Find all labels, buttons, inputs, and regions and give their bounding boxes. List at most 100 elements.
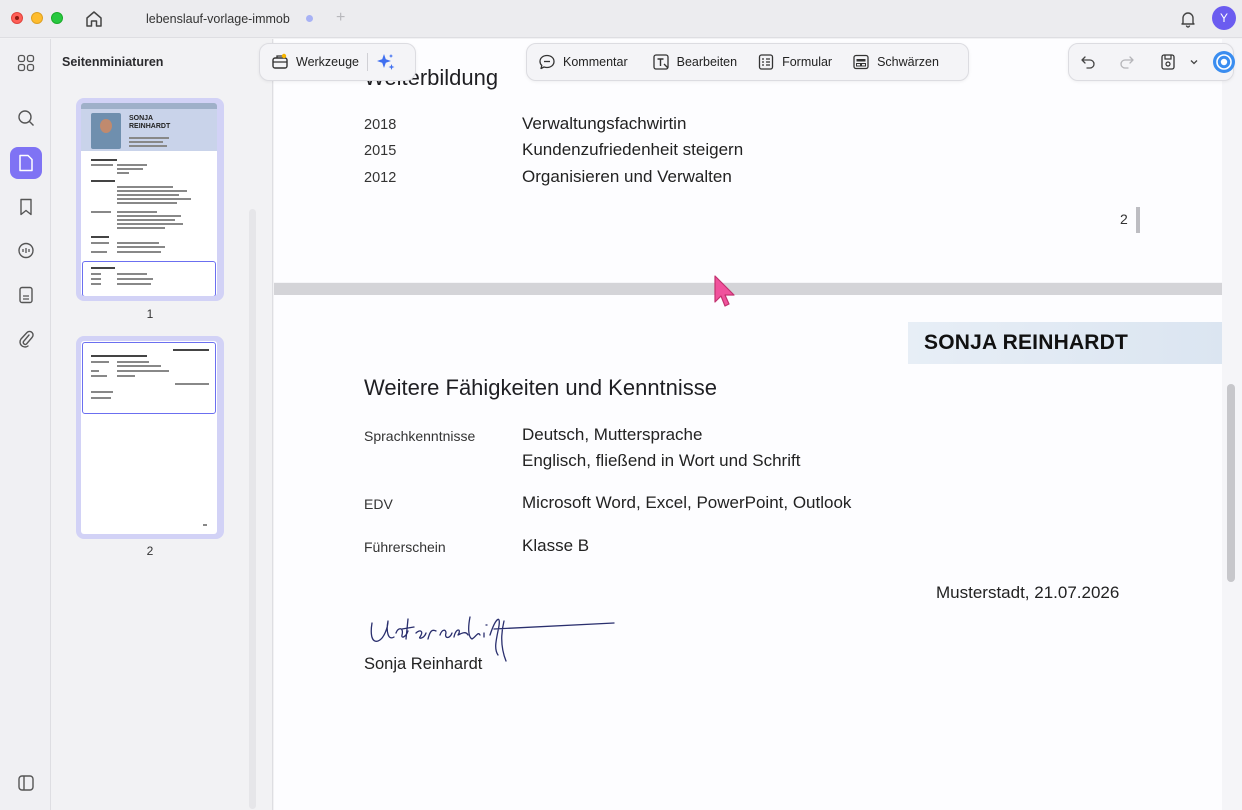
thumbnail-name-line-1: SONJA <box>129 115 154 122</box>
save-button[interactable] <box>1150 47 1185 77</box>
thumbnail-line <box>117 370 169 372</box>
thumbnail-page-2-image <box>81 341 217 534</box>
training-year: 2012 <box>364 170 397 186</box>
thumbnail-line <box>91 236 109 238</box>
maximize-window-button[interactable] <box>51 12 63 24</box>
close-window-button[interactable] <box>11 12 23 24</box>
thumbnail-line <box>91 361 109 363</box>
left-rail <box>0 39 51 810</box>
skill-value: Microsoft Word, Excel, PowerPoint, Outlo… <box>522 493 852 512</box>
rail-comments-button[interactable] <box>10 235 42 267</box>
thumbnail-line <box>117 283 151 285</box>
search-icon <box>18 110 34 126</box>
user-avatar[interactable]: Y <box>1212 6 1236 30</box>
thumbnail-line <box>129 141 163 143</box>
thumbnail-visible-region <box>82 342 216 414</box>
home-icon <box>86 11 102 27</box>
save-icon <box>1161 54 1175 70</box>
thumbnail-page-1-number: 1 <box>146 307 154 321</box>
skill-value: Klasse B <box>522 536 590 555</box>
thumbnail-line <box>117 164 147 166</box>
thumbnail-page-2-number: 2 <box>146 544 154 558</box>
toolbox-icon <box>272 53 288 69</box>
document-tab[interactable]: lebenslauf-vorlage-immob <box>134 0 324 38</box>
thumbnail-line <box>117 194 179 196</box>
edit-button[interactable]: Bearbeiten <box>644 47 745 77</box>
tools-button[interactable]: Werkzeuge <box>260 47 367 77</box>
redo-button[interactable] <box>1111 47 1150 77</box>
document-viewer[interactable]: Weiterbildung 2018 Verwaltungsfachwirtin… <box>274 39 1242 810</box>
thumbnail-line <box>91 397 111 399</box>
document-stack-icon <box>19 286 33 304</box>
signature-name: Sonja Reinhardt <box>364 655 483 673</box>
skill-label-license: Führerschein <box>364 539 446 555</box>
place-date: Musterstadt, 21.07.2026 <box>936 583 1120 602</box>
thumbnail-line <box>91 375 107 377</box>
redact-button[interactable]: Schwärzen <box>844 47 947 77</box>
text-edit-icon <box>652 54 669 70</box>
skill-value: Deutsch, Muttersprache <box>522 425 703 444</box>
thumbnail-line <box>117 202 177 204</box>
ai-assistant-button[interactable] <box>368 47 411 77</box>
undo-button[interactable] <box>1069 47 1111 77</box>
thumbnail-line <box>117 278 153 280</box>
history-toolbar <box>1068 43 1235 81</box>
skill-label-edv: EDV <box>364 496 393 512</box>
bell-icon <box>1181 12 1195 28</box>
sparkle-icon <box>377 54 395 70</box>
ai-orb-icon <box>1213 51 1235 73</box>
thumbnail-line <box>91 391 113 393</box>
home-button[interactable] <box>82 7 106 31</box>
thumbnail-line <box>117 215 181 217</box>
rail-thumbnails-button[interactable] <box>10 147 42 179</box>
thumbnail-line <box>91 370 99 372</box>
mouse-cursor-icon <box>714 275 735 307</box>
training-title: Organisieren und Verwalten <box>522 167 732 186</box>
bookmark-icon <box>20 198 32 216</box>
paperclip-icon <box>19 330 34 348</box>
grid-icon <box>17 54 35 72</box>
page-number: 2 <box>1120 211 1128 227</box>
skill-label-languages: Sprachkenntnisse <box>364 428 476 444</box>
rail-sidebar-toggle-button[interactable] <box>10 767 42 799</box>
rail-attachments-button[interactable] <box>10 323 42 355</box>
rail-apps-button[interactable] <box>10 47 42 79</box>
thumbnail-line <box>117 375 135 377</box>
page-icon <box>19 154 33 172</box>
thumbnail-line <box>91 251 107 253</box>
thumbnail-header-bar <box>81 103 217 109</box>
comment-label: Kommentar <box>563 55 628 69</box>
thumbnail-line <box>117 251 161 253</box>
thumbnail-line <box>91 267 115 269</box>
notifications-button[interactable] <box>1176 7 1200 31</box>
thumbnail-page-2[interactable] <box>76 336 224 539</box>
comment-button[interactable]: Kommentar <box>527 47 636 77</box>
title-bar: lebenslauf-vorlage-immob + Y <box>0 0 1242 38</box>
redact-icon <box>853 54 869 70</box>
thumbnail-line <box>117 273 147 275</box>
form-button[interactable]: Formular <box>749 47 840 77</box>
minimize-window-button[interactable] <box>31 12 43 24</box>
page-number-marker <box>1136 207 1140 233</box>
edit-toolbar: Kommentar Bearbeiten Formular Schwärzen <box>526 43 969 81</box>
training-year: 2018 <box>364 117 397 133</box>
rail-search-button[interactable] <box>10 102 42 134</box>
form-icon <box>758 54 774 70</box>
thumbnail-line <box>117 219 175 221</box>
thumbnail-line <box>91 273 101 275</box>
thumbnail-line <box>91 355 147 357</box>
thumbnail-line <box>117 365 161 367</box>
ai-sidebar-button[interactable] <box>1210 47 1242 77</box>
save-options-button[interactable] <box>1185 47 1210 77</box>
thumbnail-line <box>117 190 187 192</box>
vertical-scrollbar-thumb[interactable] <box>1227 384 1235 582</box>
new-tab-button[interactable]: + <box>336 9 345 27</box>
thumbnails-scrollbar[interactable] <box>249 209 256 809</box>
rail-attachments-doc-button[interactable] <box>10 279 42 311</box>
app-window: lebenslauf-vorlage-immob + Y Seitenminia… <box>0 0 1242 810</box>
rail-bookmarks-button[interactable] <box>10 191 42 223</box>
unsaved-dot-icon <box>306 15 313 22</box>
thumbnail-page-1[interactable]: SONJA REINHARDT <box>76 98 224 301</box>
name-banner: SONJA REINHARDT <box>908 322 1222 364</box>
thumbnail-line <box>91 180 115 182</box>
